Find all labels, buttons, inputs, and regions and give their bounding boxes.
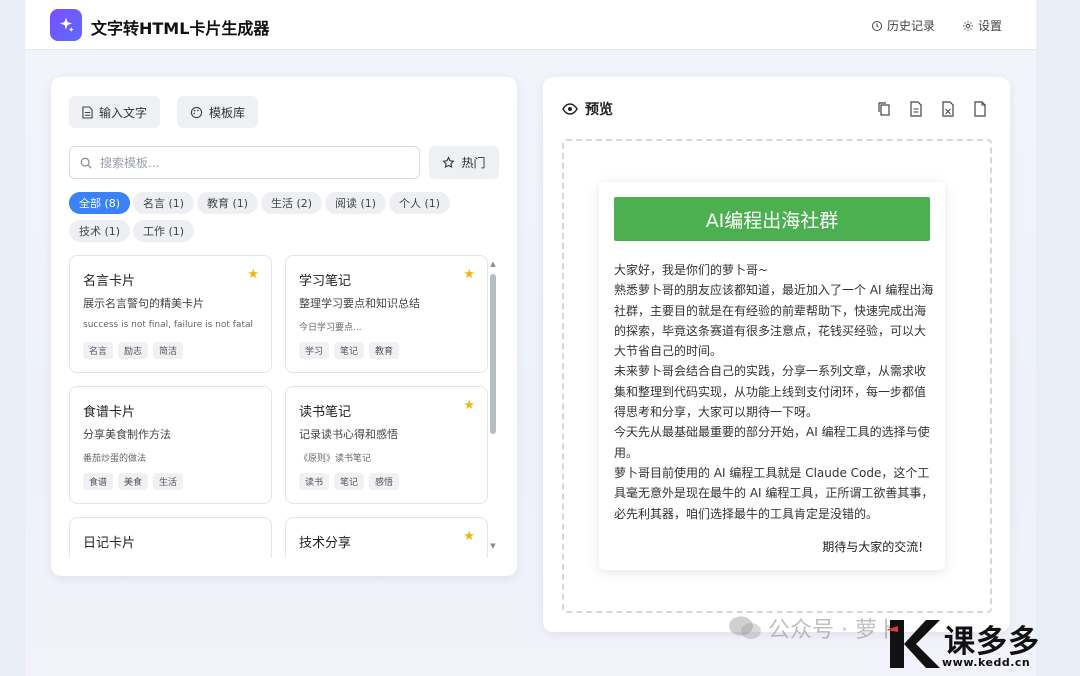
card-tags: 食谱 美食 生活 [83,473,184,490]
card-paragraph: 熟悉萝卜哥的朋友应该都知道，最近加入了一个 AI 编程出海社群，主要目的就是在有… [614,283,934,359]
card-description: 展示名言警句的精美卡片 [83,297,204,310]
brand-k-icon [886,620,940,668]
copy-icon[interactable] [877,101,891,117]
history-button[interactable]: 历史记录 [871,17,935,34]
file-blank-icon[interactable] [973,101,987,117]
card-tag: 简洁 [153,342,184,359]
tab-template-library-label: 模板库 [209,105,246,120]
card-tags: 名言 励志 简洁 [83,342,184,359]
card-banner: AI编程出海社群 [614,197,930,241]
card-description: 分享美食制作方法 [83,428,171,441]
preview-header: 预览 [562,99,613,119]
template-panel: 输入文字 模板库 热门 全部 (8) 名言 (1) 教育 (1) 生活 (2) … [51,77,517,576]
search-box [69,146,420,179]
card-paragraph: 大家好，我是你们的萝卜哥~ [614,263,769,277]
card-tag: 食谱 [83,473,114,490]
scroll-thumb[interactable] [490,274,496,434]
brand-name: 课多多 [944,624,1040,660]
card-sample: 今日学习要点... [299,323,362,333]
card-paragraph: 今天先从最基础最重要的部分开始，AI 编程工具的选择与使用。 [614,425,930,460]
settings-button[interactable]: 设置 [962,17,1002,34]
hot-filter-button[interactable]: 热门 [429,146,499,179]
hot-label: 热门 [461,156,486,170]
settings-label: 设置 [978,19,1003,33]
history-icon [872,20,882,31]
card-description: 记录读书心得和感悟 [299,428,398,441]
template-card-study-notes[interactable]: 学习笔记 ★ 整理学习要点和知识总结 今日学习要点... 学习 笔记 教育 [285,255,488,373]
gear-icon [963,20,973,31]
card-title: 技术分享 [299,536,352,551]
filter-chip-life[interactable]: 生活 (2) [261,192,323,214]
wechat-icon [729,616,761,639]
card-tags: 读书 笔记 感悟 [299,473,400,490]
wechat-watermark: 公众号 · 萝卜 [728,612,899,644]
card-tag: 美食 [118,473,149,490]
card-tag: 名言 [83,342,114,359]
card-title: 食谱卡片 [83,405,136,420]
card-sample: 番茄炒蛋的做法 [83,454,147,464]
file-html-icon[interactable] [909,101,923,117]
star-icon[interactable]: ★ [463,529,475,544]
card-tag: 励志 [118,342,149,359]
filter-chip-work[interactable]: 工作 (1) [133,220,195,242]
preview-panel: 预览 AI编程出海社群 大家好，我是你们的萝卜哥~ 熟悉萝卜哥的朋友应该都知道，… [543,77,1010,632]
generated-card: AI编程出海社群 大家好，我是你们的萝卜哥~ 熟悉萝卜哥的朋友应该都知道，最近加… [599,182,945,570]
card-description: 整理学习要点和知识总结 [299,297,420,310]
star-icon[interactable]: ★ [463,398,475,413]
filter-chip-all[interactable]: 全部 (8) [69,192,131,214]
preview-title: 预览 [585,102,613,118]
top-bar: 文字转HTML卡片生成器 历史记录 设置 [25,0,1036,50]
tab-input-text[interactable]: 输入文字 [69,96,161,128]
template-card-quote[interactable]: 名言卡片 ★ 展示名言警句的精美卡片 success is not final,… [69,255,272,373]
file-image-icon[interactable] [941,101,955,117]
card-tag: 感悟 [369,473,400,490]
app-title: 文字转HTML卡片生成器 [91,19,270,38]
document-icon [82,105,93,119]
card-signature: 期待与大家的交流! [822,540,923,554]
filter-chip-quotes[interactable]: 名言 (1) [133,192,195,214]
template-card-reading-notes[interactable]: 读书笔记 ★ 记录读书心得和感悟 《原则》读书笔记 读书 笔记 感悟 [285,386,488,504]
eye-icon [562,103,578,115]
filter-chip-education[interactable]: 教育 (1) [197,192,259,214]
filter-chip-tech[interactable]: 技术 (1) [69,220,131,242]
card-tag: 笔记 [334,342,365,359]
template-grid: 名言卡片 ★ 展示名言警句的精美卡片 success is not final,… [69,255,489,558]
brand-url: www.kedd.cn [942,656,1031,669]
tab-template-library[interactable]: 模板库 [177,96,259,128]
card-paragraph: 未来萝卜哥会结合自己的实践，分享一系列文章，从需求收集和整理到代码实现，从功能上… [614,364,927,420]
card-title: 日记卡片 [83,536,136,551]
tab-input-text-label: 输入文字 [99,105,148,120]
sparkle-logo-icon [50,9,82,41]
card-title: 名言卡片 [83,274,136,289]
card-tags: 学习 笔记 教育 [299,342,400,359]
search-icon [80,157,92,169]
brand-logo: 课多多 www.kedd.cn [882,614,1078,674]
template-card-recipe[interactable]: 食谱卡片 分享美食制作方法 番茄炒蛋的做法 食谱 美食 生活 [69,386,272,504]
star-icon[interactable]: ★ [463,267,475,282]
watermark-text: 公众号 · 萝卜 [768,618,899,643]
card-title: 读书笔记 [299,405,352,420]
card-sample: 《原则》读书笔记 [299,454,372,464]
template-card-diary[interactable]: 日记卡片 [69,517,272,558]
search-input[interactable] [100,155,400,170]
card-body: 大家好，我是你们的萝卜哥~ 熟悉萝卜哥的朋友应该都知道，最近加入了一个 AI 编… [614,260,934,524]
card-paragraph: 萝卜哥目前使用的 AI 编程工具就是 Claude Code，这个工具毫无意外是… [614,465,934,521]
filter-chip-reading[interactable]: 阅读 (1) [325,192,387,214]
card-tag: 生活 [153,473,184,490]
filter-chip-personal[interactable]: 个人 (1) [389,192,451,214]
template-card-tech-share[interactable]: 技术分享 ★ [285,517,488,558]
card-tag: 读书 [299,473,330,490]
scroll-down-arrow[interactable]: ▼ [489,542,497,550]
card-tag: 教育 [369,342,400,359]
card-tag: 笔记 [334,473,365,490]
card-sample: success is not final, failure is not fat… [83,320,253,330]
star-icon[interactable]: ★ [247,267,259,282]
card-title: 学习笔记 [299,274,352,289]
history-label: 历史记录 [887,19,936,33]
card-tag: 学习 [299,342,330,359]
scroll-up-arrow[interactable]: ▲ [489,260,497,268]
star-outline-icon [442,156,456,168]
palette-icon [190,106,203,118]
template-scrollbar[interactable]: ▲ ▼ [488,260,498,550]
